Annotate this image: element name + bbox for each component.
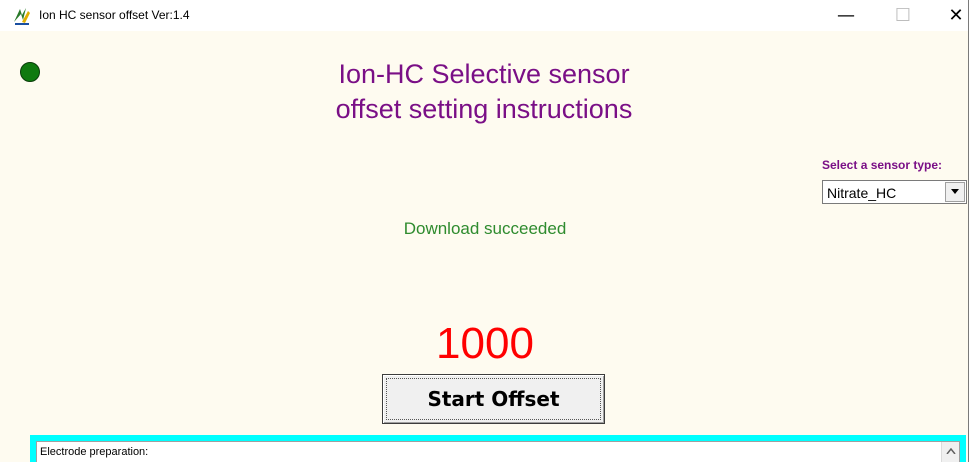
dropdown-button[interactable] <box>945 182 965 202</box>
title-bar[interactable]: Ion HC sensor offset Ver:1.4 — ☐ ✕ <box>0 0 968 31</box>
window-title: Ion HC sensor offset Ver:1.4 <box>39 8 190 22</box>
chevron-down-icon <box>951 189 959 194</box>
page-heading: Ion-HC Selective sensor offset setting i… <box>200 57 768 127</box>
status-indicator-led <box>20 62 40 82</box>
close-icon: ✕ <box>948 5 964 26</box>
sensor-type-value: Nitrate_HC <box>827 185 897 201</box>
maximize-button[interactable]: ☐ <box>880 0 926 31</box>
app-window: Ion HC sensor offset Ver:1.4 — ☐ ✕ Ion-H… <box>0 0 969 462</box>
heading-line-2: offset setting instructions <box>335 94 633 124</box>
instructions-text: Electrode preparation: <box>40 446 149 458</box>
heading-line-1: Ion-HC Selective sensor <box>338 59 630 89</box>
scroll-up-icon <box>945 448 956 454</box>
instructions-textbox[interactable]: Electrode preparation: <box>36 441 960 462</box>
app-logo-icon <box>14 8 30 25</box>
offset-counter: 1000 <box>436 319 534 368</box>
sensor-type-select[interactable]: Nitrate_HC <box>822 180 967 204</box>
start-offset-button[interactable]: Start Offset <box>382 374 605 424</box>
minimize-button[interactable]: — <box>823 0 869 31</box>
minimize-icon: — <box>837 5 855 26</box>
maximize-icon: ☐ <box>894 5 912 26</box>
sensor-type-label: Select a sensor type: <box>822 158 943 172</box>
status-message: Download succeeded <box>403 219 567 238</box>
scroll-up-button[interactable] <box>941 442 959 462</box>
close-button[interactable]: ✕ <box>933 0 968 31</box>
instructions-frame: Electrode preparation: <box>30 435 966 462</box>
